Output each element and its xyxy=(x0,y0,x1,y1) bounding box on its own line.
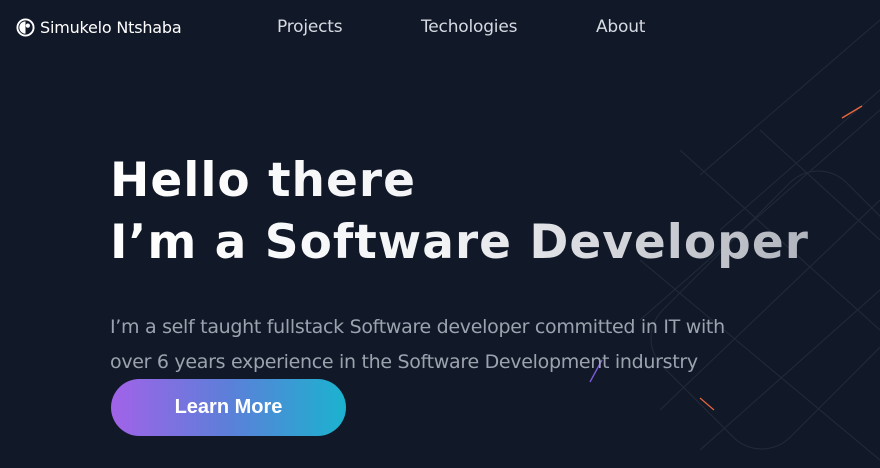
hero-description: I’m a self taught fullstack Software dev… xyxy=(110,310,830,380)
nav-link-projects[interactable]: Projects xyxy=(277,17,343,37)
brand[interactable]: Simukelo Ntshaba xyxy=(16,16,182,38)
hero-description-line-2: over 6 years experience in the Software … xyxy=(110,351,698,373)
learn-more-button[interactable]: Learn More xyxy=(111,379,346,436)
nav-link-technologies[interactable]: Techologies xyxy=(421,17,517,37)
hero-title-line-2: I’m a Software Developer xyxy=(110,215,809,270)
logo-icon xyxy=(16,17,35,37)
brand-name: Simukelo Ntshaba xyxy=(40,17,182,37)
top-navigation: Simukelo Ntshaba Projects Techologies Ab… xyxy=(0,0,880,56)
hero-title: Hello there I’m a Software Developer xyxy=(110,150,850,274)
hero-title-line-1: Hello there xyxy=(110,153,416,208)
hero-description-line-1: I’m a self taught fullstack Software dev… xyxy=(110,316,725,338)
nav-link-about[interactable]: About xyxy=(596,17,645,37)
